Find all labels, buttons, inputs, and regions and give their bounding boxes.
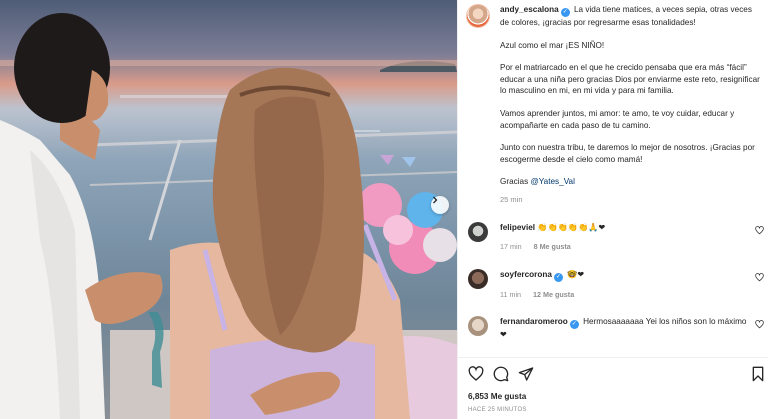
post-timestamp: HACE 25 MINUTOS — [468, 407, 527, 413]
comment-time: 17 min — [500, 241, 522, 251]
post-side-panel: andy_escalona ✓ La vida tiene matices, a … — [457, 0, 768, 419]
heart-icon[interactable] — [755, 273, 764, 282]
likes-count[interactable]: 6,853 Me gusta — [468, 392, 526, 401]
post-actions-bar: 6,853 Me gusta HACE 25 MINUTOS — [458, 357, 768, 419]
comment-time: 11 min — [500, 290, 522, 299]
avatar[interactable] — [466, 4, 490, 28]
caption-username[interactable]: andy_escalona — [500, 5, 559, 14]
post-time: 25 min — [500, 194, 523, 204]
comment-icon[interactable] — [493, 366, 509, 382]
post-photo[interactable] — [0, 0, 457, 419]
verified-badge-icon: ✓ — [569, 320, 579, 329]
caption-paragraph: Vamos aprender juntos, mi amor: te amo, … — [500, 108, 735, 130]
comment-likes[interactable]: 8 Me gusta — [534, 242, 571, 251]
comment-item: soyfercorona ✓ 🤓❤ 11 min 12 Me gusta — [466, 269, 766, 301]
share-icon[interactable] — [518, 366, 534, 382]
caption-paragraph: Junto con nuestra tribu, te daremos lo m… — [500, 143, 755, 164]
post-caption: andy_escalona ✓ La vida tiene matices, a … — [466, 4, 762, 206]
heart-icon[interactable] — [755, 226, 764, 235]
heart-icon[interactable] — [755, 320, 764, 329]
avatar[interactable] — [468, 269, 488, 289]
caption-paragraph: Por el matriarcado en el que he crecido … — [500, 63, 760, 96]
mention-link[interactable]: @Yates_Val — [531, 177, 575, 186]
comment-text: 👏👏👏👏👏🙏❤ — [537, 223, 606, 232]
photo-illustration — [0, 13, 457, 419]
avatar[interactable] — [468, 222, 488, 242]
bookmark-icon[interactable] — [750, 366, 766, 382]
chevron-right-icon — [433, 196, 438, 204]
comment-username[interactable]: felipeviel — [500, 223, 535, 232]
thanks-text: Gracias — [500, 177, 529, 187]
verified-badge-icon: ✓ — [553, 273, 563, 282]
heart-icon[interactable] — [468, 366, 484, 382]
comment-username[interactable]: fernandaromeroo — [500, 317, 568, 326]
caption-paragraph: Azul como el mar ¡ES NIÑO! — [500, 40, 605, 50]
comment-item: felipeviel 👏👏👏👏👏🙏❤ 17 min 8 Me gusta — [466, 222, 766, 252]
comment-likes[interactable]: 12 Me gusta — [533, 290, 574, 299]
comment-username[interactable]: soyfercorona — [500, 270, 552, 279]
comment-item: fernandaromeroo ✓ Hermosaaaaaaa Yei los n… — [466, 316, 766, 341]
comment-text: 🤓❤ — [567, 270, 585, 279]
verified-badge-icon: ✓ — [560, 8, 570, 17]
avatar[interactable] — [468, 316, 488, 336]
caption-thanks: Gracias @Yates_Val — [500, 176, 762, 188]
next-photo-button[interactable] — [431, 196, 449, 214]
